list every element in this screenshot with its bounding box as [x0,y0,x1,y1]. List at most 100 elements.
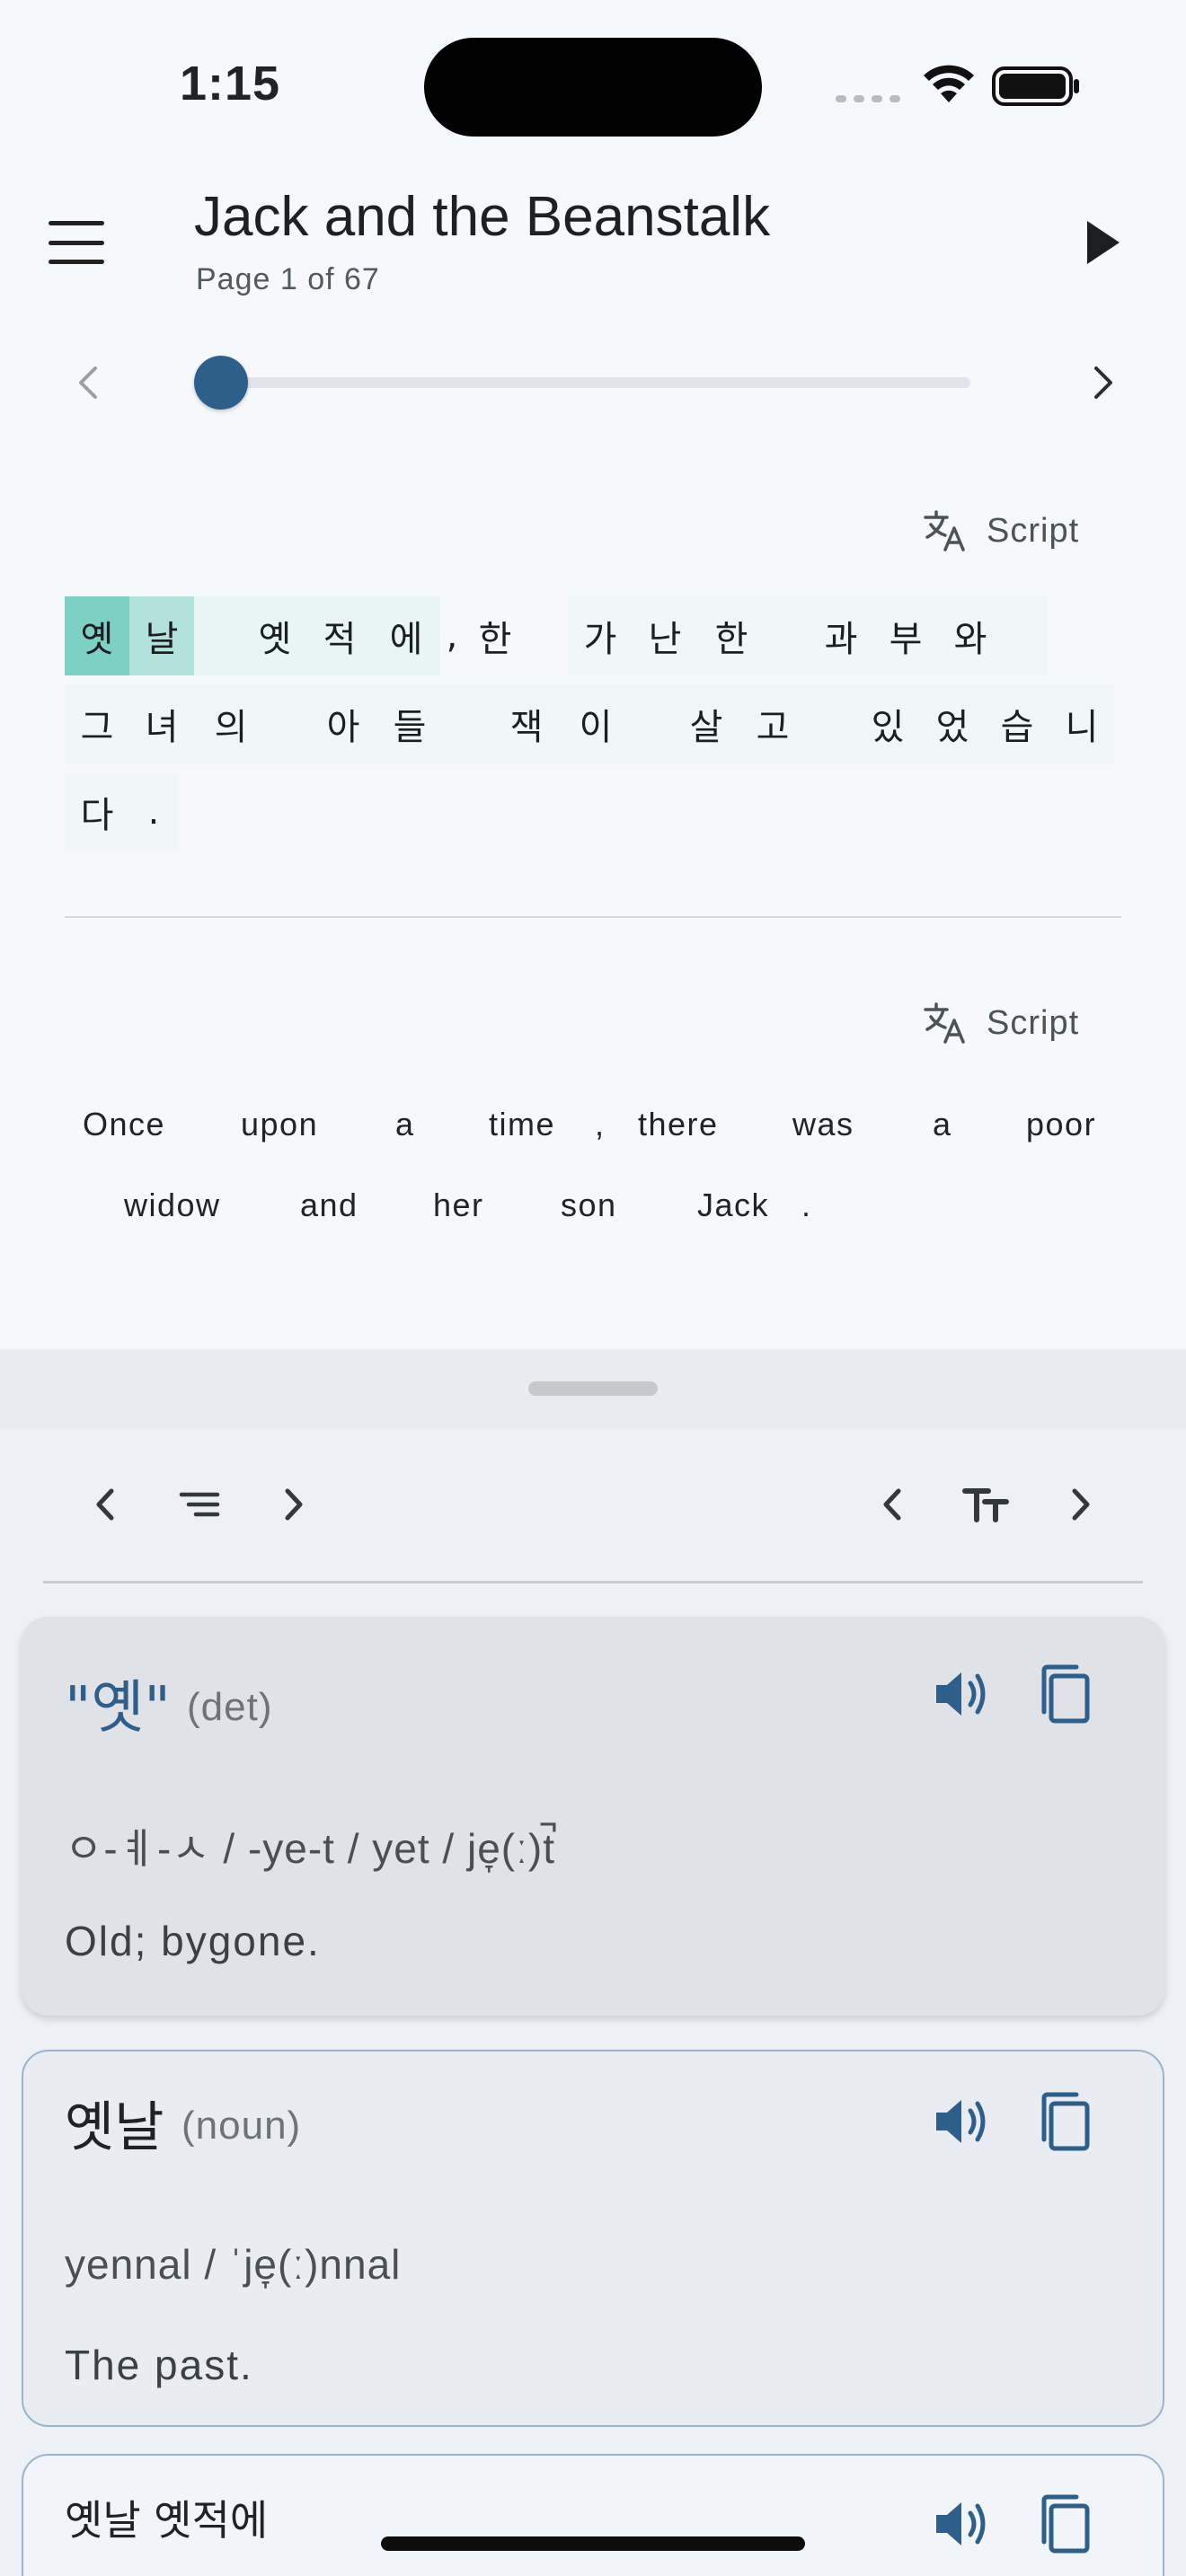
page-title: Jack and the Beanstalk [194,186,771,248]
korean-character[interactable]: 가 [568,596,633,675]
english-word[interactable]: time [489,1106,555,1143]
battery-icon [992,66,1079,106]
menu-icon[interactable] [45,216,108,269]
card-word: 옛날 옛적에 [65,2496,269,2545]
korean-text-line: 다. [65,772,178,851]
korean-space [766,596,809,675]
korean-character[interactable]: 습 [985,684,1049,763]
korean-character[interactable]: 었 [920,684,985,763]
korean-character[interactable]: 날 [129,596,194,675]
toolbar-divider [43,1581,1143,1584]
card-part-of-speech: (noun) [181,2104,302,2148]
korean-character[interactable]: 와 [938,596,1003,675]
korean-character[interactable]: 잭 [494,684,559,763]
translate-icon [924,1002,965,1044]
korean-space [807,684,855,763]
page-slider-track[interactable] [216,377,970,388]
korean-character[interactable]: 살 [674,684,739,763]
korean-character[interactable]: 니 [1049,684,1114,763]
korean-space [194,596,243,675]
chevron-left-icon[interactable] [864,1475,924,1534]
prev-page-chevron-icon[interactable] [63,356,117,410]
status-icons [836,65,1079,106]
korean-character[interactable]: 한 [464,596,527,675]
korean-space [1003,596,1048,675]
english-word[interactable]: upon [241,1106,318,1143]
list-icon[interactable] [171,1475,230,1534]
korean-character[interactable]: 들 [377,684,442,763]
english-word[interactable]: her [433,1187,484,1224]
translate-icon [924,510,965,551]
speaker-icon[interactable] [931,1662,990,1726]
page-indicator: Page 1 of 67 [196,262,380,296]
korean-character[interactable]: 과 [809,596,873,675]
script-toggle-korean[interactable]: Script [922,508,1079,553]
korean-character[interactable]: 이 [559,684,633,763]
chevron-left-icon[interactable] [77,1475,137,1534]
korean-character[interactable]: 다 [65,772,129,851]
english-word[interactable]: Once [83,1106,165,1143]
english-text-line: Once upon a time, there was a poor [65,1098,1143,1151]
dynamic-island [424,38,762,137]
signal-icon [836,95,900,102]
copy-icon[interactable] [1035,1662,1094,1726]
play-icon[interactable] [1075,216,1128,269]
english-word[interactable]: poor [1026,1106,1096,1143]
english-word[interactable]: was [792,1106,854,1143]
korean-character[interactable]: . [129,772,178,851]
copy-icon[interactable] [1035,2089,1094,2154]
page-slider-thumb[interactable] [194,356,248,410]
card-word: "옛" [65,1675,171,1742]
card-definition: The past. [65,2342,253,2388]
chevron-right-icon[interactable] [1049,1475,1109,1534]
card-definition: Old; bygone. [65,1918,321,1964]
korean-character[interactable]: 있 [855,684,920,763]
script-toggle-label: Script [987,511,1080,550]
card-part-of-speech: (det) [187,1685,273,1729]
english-punctuation: , [595,1106,606,1142]
definition-card[interactable]: 옛날 (noun) yennal / ˈje̞(ː)nnal The past. [22,2050,1164,2427]
definition-card[interactable]: 옛날 옛적에 [22,2454,1164,2576]
speaker-icon[interactable] [931,2089,990,2154]
korean-character[interactable]: 그 [65,684,129,763]
definition-card[interactable]: "옛" (det) ㅇ-ㅖ-ㅅ / -ye-t / yet / je̞(ː)t̚… [22,1617,1164,2016]
korean-character[interactable]: 고 [739,684,807,763]
korean-text-line: 그녀의 아들 잭이 살고 있었습니 [65,684,1114,763]
korean-space [633,684,674,763]
speaker-icon[interactable] [931,2492,990,2556]
korean-text-line: 옛날 옛적에,한 가난한 과부와 [65,596,1048,675]
english-word[interactable]: widow [124,1187,221,1224]
english-word[interactable]: son [561,1187,617,1224]
korean-character[interactable]: 녀 [129,684,194,763]
english-word[interactable]: a [933,1106,952,1143]
korean-character[interactable]: 옛 [65,596,129,675]
korean-character[interactable]: 옛 [243,596,307,675]
english-word[interactable]: a [395,1106,415,1143]
card-pronunciation: yennal / ˈje̞(ː)nnal [65,2241,402,2288]
status-time: 1:15 [180,57,281,110]
korean-character[interactable]: 난 [633,596,697,675]
korean-character[interactable]: 아 [309,684,377,763]
home-indicator[interactable] [381,2536,805,2551]
card-pronunciation: ㅇ-ㅖ-ㅅ / -ye-t / yet / je̞(ː)t̚ [65,1825,555,1872]
next-page-chevron-icon[interactable] [1075,356,1128,410]
korean-character[interactable]: , [440,596,464,675]
korean-character[interactable]: 부 [873,596,938,675]
sheet-drag-handle[interactable] [528,1381,658,1396]
korean-character[interactable]: 적 [307,596,372,675]
copy-icon[interactable] [1035,2492,1094,2556]
script-toggle-label: Script [987,1003,1080,1042]
text-size-icon[interactable] [958,1475,1017,1534]
korean-space [268,684,309,763]
english-word[interactable]: Jack [697,1187,769,1224]
korean-character[interactable]: 의 [194,684,268,763]
script-toggle-english[interactable]: Script [922,1001,1079,1045]
wifi-icon [924,65,974,102]
korean-character[interactable]: 에 [372,596,440,675]
chevron-right-icon[interactable] [262,1475,322,1534]
english-word[interactable]: and [300,1187,358,1224]
korean-space [442,684,494,763]
korean-character[interactable]: 한 [697,596,766,675]
korean-space [527,596,568,675]
english-word[interactable]: there [638,1106,719,1143]
